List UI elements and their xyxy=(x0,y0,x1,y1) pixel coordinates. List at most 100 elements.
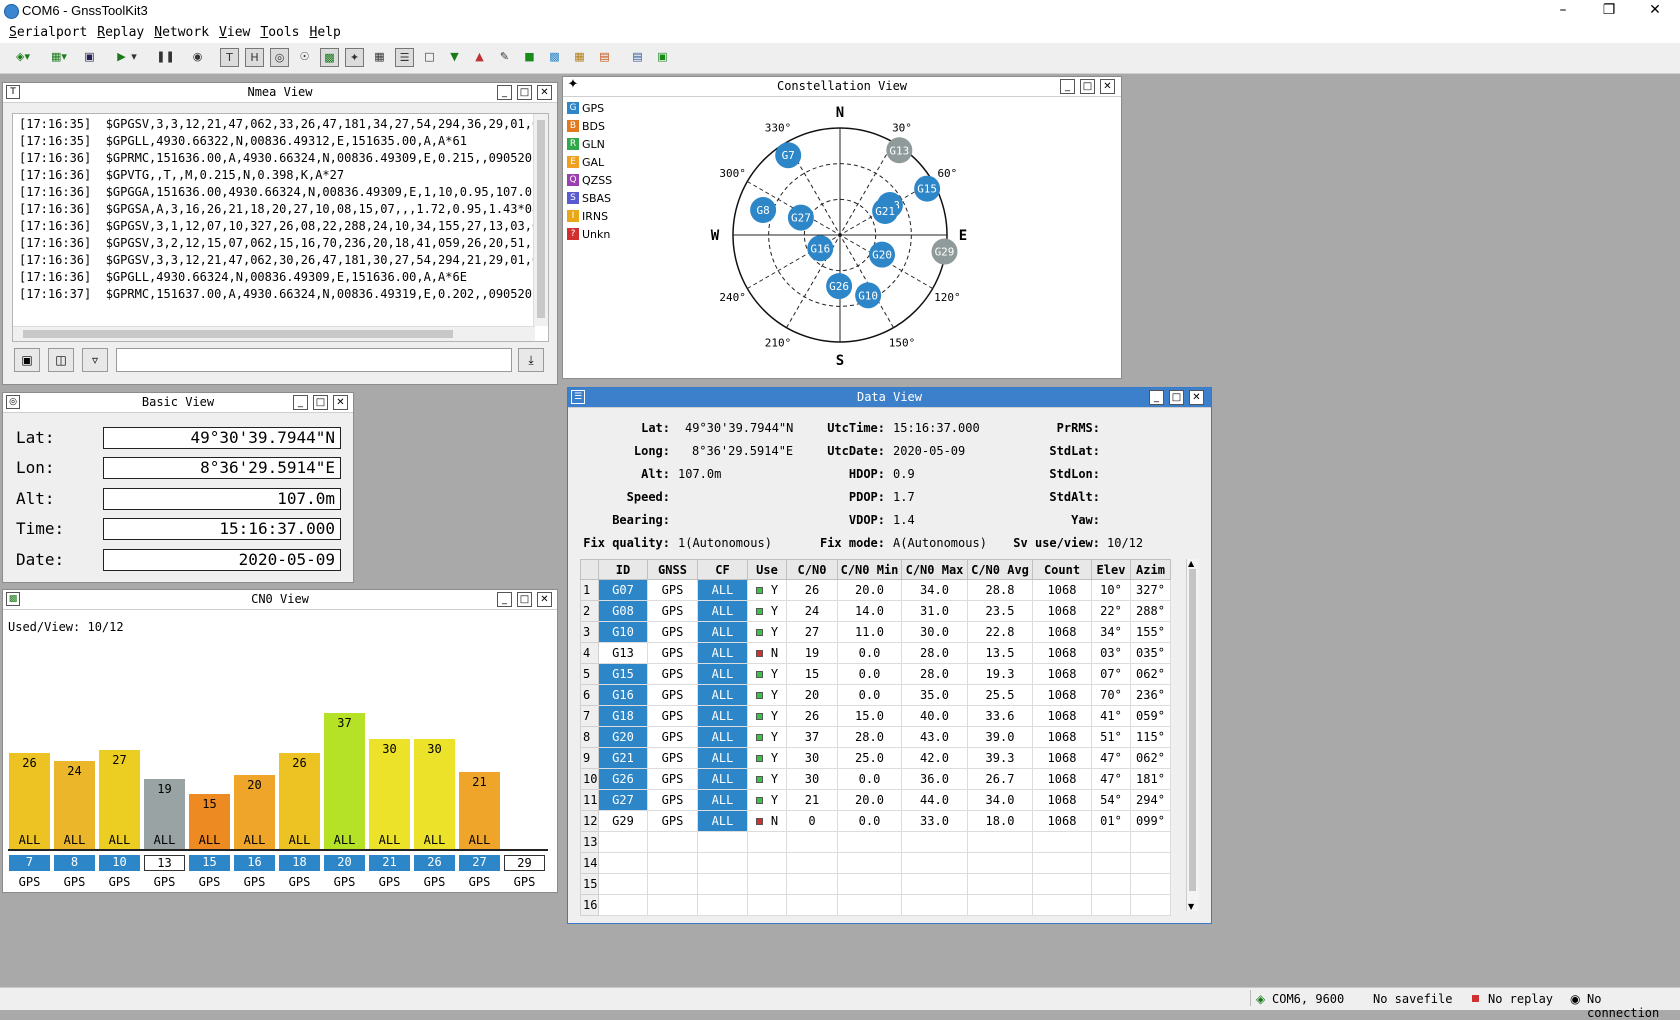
table-row[interactable]: 10 G26 GPS ALL Y 30 0.0 36.0 26.7 1068 47° 181° xyxy=(580,768,1171,790)
row-number-header[interactable] xyxy=(580,559,599,580)
legend-item-gal[interactable]: E GAL xyxy=(567,156,604,170)
table-row[interactable]: 1 G07 GPS ALL Y 26 20.0 34.0 28.8 1068 10° 327° xyxy=(580,579,1171,601)
cn0-sat-id[interactable]: 18 xyxy=(279,855,320,871)
legend-item-irns[interactable]: I IRNS xyxy=(567,210,608,224)
download-icon[interactable]: ▼ xyxy=(445,48,464,67)
gnss-header[interactable]: GNSS xyxy=(647,559,698,580)
satellite-map-icon[interactable]: ▩ xyxy=(545,48,564,67)
cn0-sat-id[interactable]: 13 xyxy=(144,855,185,871)
table-row[interactable]: 12 G29 GPS ALL N 0 0.0 33.0 18.0 1068 01° 099° xyxy=(580,810,1171,832)
menu-tools[interactable]: Tools xyxy=(255,22,304,43)
cn0-min-header[interactable]: C/N0 Min xyxy=(837,559,902,580)
cn0-sat-id[interactable]: 21 xyxy=(369,855,410,871)
legend-item-bds[interactable]: B BDS xyxy=(567,120,605,134)
close-window-button[interactable]: ✕ xyxy=(1632,0,1678,22)
cn0-sat-id[interactable]: 27 xyxy=(459,855,500,871)
minimize-icon[interactable]: _ xyxy=(293,395,308,410)
close-icon[interactable]: ✕ xyxy=(1100,79,1115,94)
cn0-sat-id[interactable]: 10 xyxy=(99,855,140,871)
hex-view-toggle-icon[interactable]: H xyxy=(245,48,264,67)
maximize-icon[interactable]: □ xyxy=(517,592,532,607)
maximize-icon[interactable]: □ xyxy=(517,85,532,100)
id-header[interactable]: ID xyxy=(598,559,648,580)
cn0-view-header[interactable]: ▩ CN0 View _ □ ✕ xyxy=(3,590,557,610)
table-row[interactable]: 7 G18 GPS ALL Y 26 15.0 40.0 33.6 1068 41° 059° xyxy=(580,705,1171,727)
nmea-vertical-scrollbar[interactable] xyxy=(533,114,548,326)
cn0-sat-id[interactable]: 15 xyxy=(189,855,230,871)
constellation-view-toggle-icon[interactable]: ✦ xyxy=(345,48,364,67)
compass-icon[interactable]: ▲ xyxy=(470,48,489,67)
minimize-icon[interactable]: _ xyxy=(497,85,512,100)
data-view-header[interactable]: ☰ Data View _ □ ✕ xyxy=(568,388,1211,408)
menu-view[interactable]: View xyxy=(214,22,255,43)
table-row[interactable]: 2 G08 GPS ALL Y 24 14.0 31.0 23.5 1068 22° 288° xyxy=(580,600,1171,622)
constellation-view-header[interactable]: ✦ Constellation View _ □ ✕ xyxy=(563,77,1121,97)
table-row[interactable]: 16 xyxy=(580,894,1171,916)
layout-icon[interactable]: ▤ xyxy=(628,48,647,67)
table-row[interactable]: 6 G16 GPS ALL Y 20 0.0 35.0 25.5 1068 70° 236° xyxy=(580,684,1171,706)
nmea-filter-input[interactable] xyxy=(116,348,512,372)
nmea-log[interactable]: [17:16:35] $GPGSV,3,3,12,21,47,062,33,26… xyxy=(12,113,549,342)
cn0-sat-id[interactable]: 26 xyxy=(414,855,455,871)
save-icon[interactable]: ▣ xyxy=(80,48,99,67)
basic-view-toggle-icon[interactable]: ◎ xyxy=(270,48,289,67)
close-icon[interactable]: ✕ xyxy=(537,592,552,607)
document-icon[interactable]: □ xyxy=(420,48,439,67)
pen-icon[interactable]: ✎ xyxy=(495,48,514,67)
close-icon[interactable]: ✕ xyxy=(333,395,348,410)
receiver-icon[interactable]: ◉ xyxy=(188,48,207,67)
cn0-view-toggle-icon[interactable]: ▩ xyxy=(320,48,339,67)
map-icon[interactable]: ■ xyxy=(520,48,539,67)
restore-window-button[interactable]: ❐ xyxy=(1586,0,1632,22)
baudrate-icon[interactable]: ▦▾ xyxy=(44,48,74,67)
table-row[interactable]: 11 G27 GPS ALL Y 21 20.0 44.0 34.0 1068 54° 294° xyxy=(580,789,1171,811)
menu-replay[interactable]: Replay xyxy=(92,22,149,43)
export-download-icon[interactable]: ⤓ xyxy=(518,348,544,372)
pause-icon[interactable]: ❚❚ xyxy=(156,48,175,67)
gauge-icon[interactable]: ☉ xyxy=(295,48,314,67)
legend-item-sbas[interactable]: S SBAS xyxy=(567,192,611,206)
table-row[interactable]: 9 G21 GPS ALL Y 30 25.0 42.0 39.3 1068 47° 062° xyxy=(580,747,1171,769)
settings-icon[interactable]: ▣ xyxy=(653,48,672,67)
serialport-connect-icon[interactable]: ◈▾ xyxy=(8,48,38,67)
close-icon[interactable]: ✕ xyxy=(537,85,552,100)
table-row[interactable]: 8 G20 GPS ALL Y 37 28.0 43.0 39.0 1068 51° 115° xyxy=(580,726,1171,748)
cn0-header[interactable]: C/N0 xyxy=(786,559,838,580)
data-view-toggle-icon[interactable]: ☰ xyxy=(395,48,414,67)
table-vertical-scrollbar[interactable]: ▲ ▼ xyxy=(1186,559,1199,911)
table-row[interactable]: 15 xyxy=(580,873,1171,895)
table-row[interactable]: 5 G15 GPS ALL Y 15 0.0 28.0 19.3 1068 07° 062° xyxy=(580,663,1171,685)
cn0-sat-id[interactable]: 16 xyxy=(234,855,275,871)
basic-view-header[interactable]: ◎ Basic View _ □ ✕ xyxy=(3,393,353,413)
nmea-horizontal-scrollbar[interactable] xyxy=(13,326,535,341)
cn0-sat-id[interactable]: 8 xyxy=(54,855,95,871)
table-row[interactable]: 13 xyxy=(580,831,1171,853)
minimize-window-button[interactable]: – xyxy=(1540,0,1586,22)
elev-header[interactable]: Elev xyxy=(1091,559,1131,580)
log-icon[interactable]: ▤ xyxy=(595,48,614,67)
legend-item-gps[interactable]: G GPS xyxy=(567,102,604,116)
cf-header[interactable]: CF xyxy=(697,559,748,580)
menu-network[interactable]: Network xyxy=(149,22,214,43)
legend-item-qzss[interactable]: Q QZSS xyxy=(567,174,612,188)
menu-serialport[interactable]: Serialport xyxy=(4,22,92,43)
nmea-view-toggle-icon[interactable]: T xyxy=(220,48,239,67)
chart-icon[interactable]: ▦ xyxy=(570,48,589,67)
cn0-sat-id[interactable]: 20 xyxy=(324,855,365,871)
maximize-icon[interactable]: □ xyxy=(313,395,328,410)
grid-icon[interactable]: ▦ xyxy=(370,48,389,67)
cn0-sat-id[interactable]: 29 xyxy=(504,855,545,871)
cn0-max-header[interactable]: C/N0 Max xyxy=(901,559,968,580)
minimize-icon[interactable]: _ xyxy=(497,592,512,607)
cn0-avg-header[interactable]: C/N0 Avg xyxy=(967,559,1033,580)
azim-header[interactable]: Azim xyxy=(1130,559,1171,580)
satellite-table[interactable]: ID GNSS CF Use C/N0 C/N0 Min C/N0 Max C/N0 Avg C… xyxy=(580,559,1171,916)
table-row[interactable]: 3 G10 GPS ALL Y 27 11.0 30.0 22.8 1068 34° 155° xyxy=(580,621,1171,643)
clear-screen-icon[interactable]: ▣ xyxy=(14,348,40,372)
count-header[interactable]: Count xyxy=(1032,559,1092,580)
minimize-icon[interactable]: _ xyxy=(1149,390,1164,405)
maximize-icon[interactable]: □ xyxy=(1169,390,1184,405)
close-icon[interactable]: ✕ xyxy=(1189,390,1204,405)
trash-icon[interactable]: ◫ xyxy=(48,348,74,372)
maximize-icon[interactable]: □ xyxy=(1080,79,1095,94)
